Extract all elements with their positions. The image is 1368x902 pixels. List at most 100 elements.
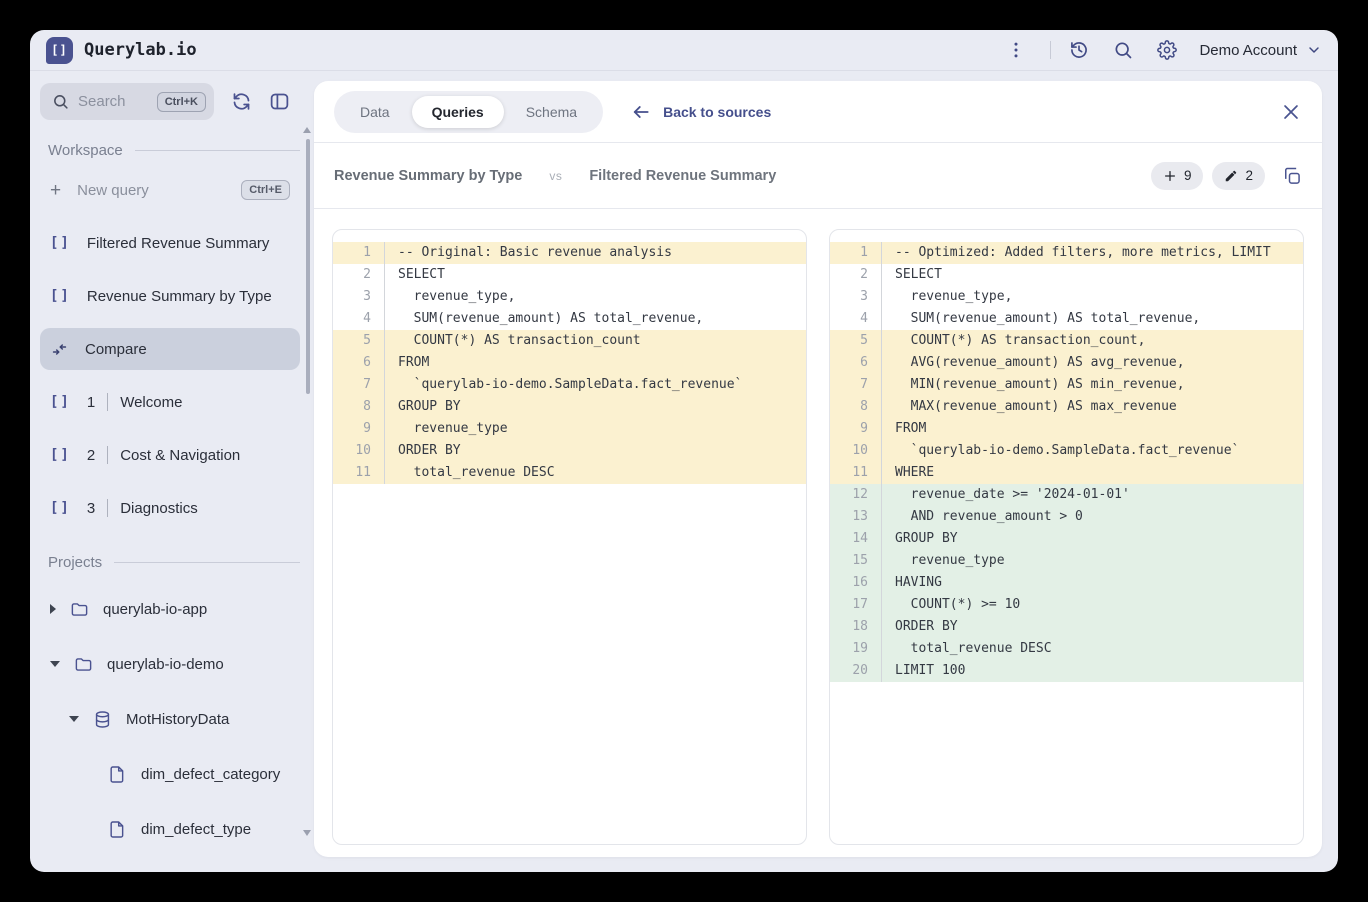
item-number-divider (107, 446, 108, 464)
code-text: SELECT (882, 264, 942, 286)
sidebar-item-label: Diagnostics (120, 500, 198, 517)
code-line: 1-- Optimized: Added filters, more metri… (830, 242, 1303, 264)
code-line: 5 COUNT(*) AS transaction_count (333, 330, 806, 352)
tab-group: DataQueriesSchema (334, 91, 603, 133)
sidebar-item-label: Compare (85, 341, 147, 358)
diff-view: 1-- Original: Basic revenue analysis2SEL… (314, 209, 1322, 857)
workspace-section-header: Workspace (48, 142, 300, 159)
code-line: 8GROUP BY (333, 396, 806, 418)
back-to-sources-link[interactable]: Back to sources (631, 102, 771, 122)
tab-queries[interactable]: Queries (412, 96, 504, 128)
kebab-menu-icon[interactable] (1006, 40, 1026, 60)
code-text: `querylab-io-demo.SampleData.fact_revenu… (882, 440, 1239, 462)
code-text: SELECT (385, 264, 445, 286)
panel-toggle-icon[interactable] (269, 91, 290, 112)
code-text: revenue_type, (385, 286, 515, 308)
compare-arrows-icon (50, 342, 69, 357)
section-divider (114, 562, 300, 563)
code-line: 18ORDER BY (830, 616, 1303, 638)
sidebar-scrollbar[interactable] (306, 139, 310, 394)
new-query-button[interactable]: + New query Ctrl+E (40, 169, 300, 211)
line-number: 3 (333, 286, 385, 308)
brackets-icon: [] (50, 394, 71, 410)
file-icon (108, 765, 127, 784)
search-shortcut-badge: Ctrl+K (157, 92, 206, 112)
app-logo-icon: [] (46, 37, 73, 64)
code-text: -- Optimized: Added filters, more metric… (882, 242, 1271, 264)
sidebar-item-diagnostics[interactable]: [] 3 Diagnostics (40, 487, 300, 529)
caret-down-icon[interactable] (50, 661, 60, 667)
search-input[interactable] (78, 93, 148, 110)
tree-item-querylab-io-app[interactable]: querylab-io-app (40, 589, 300, 629)
edits-badge[interactable]: 2 (1212, 162, 1265, 190)
caret-down-icon[interactable] (69, 716, 79, 722)
account-label: Demo Account (1199, 42, 1297, 59)
history-icon[interactable] (1069, 40, 1089, 60)
tree-item-querylab-io-demo[interactable]: querylab-io-demo (40, 644, 300, 684)
new-query-label: New query (77, 182, 149, 199)
additions-count: 9 (1184, 168, 1192, 183)
code-line: 15 revenue_type (830, 550, 1303, 572)
sidebar-item-compare[interactable]: Compare (40, 328, 300, 370)
code-text: ORDER BY (385, 440, 461, 462)
code-text: revenue_type (385, 418, 508, 440)
code-text: ORDER BY (882, 616, 958, 638)
sidebar-item-filtered-revenue-summary[interactable]: []Filtered Revenue Summary (40, 222, 300, 264)
folder-icon (74, 655, 93, 674)
settings-gear-icon[interactable] (1157, 40, 1177, 60)
code-text: MIN(revenue_amount) AS min_revenue, (882, 374, 1185, 396)
line-number: 16 (830, 572, 882, 594)
section-divider (135, 150, 300, 151)
tabs-row: DataQueriesSchema Back to sources (314, 81, 1322, 143)
code-text: revenue_date >= '2024-01-01' (882, 484, 1130, 506)
sidebar-item-cost-navigation[interactable]: []2Cost & Navigation (40, 434, 300, 476)
tree-item-mothistorydata[interactable]: MotHistoryData (40, 699, 300, 739)
search-icon[interactable] (1113, 40, 1133, 60)
line-number: 7 (333, 374, 385, 396)
code-line: 6 AVG(revenue_amount) AS avg_revenue, (830, 352, 1303, 374)
code-line: 10ORDER BY (333, 440, 806, 462)
tab-schema[interactable]: Schema (506, 96, 597, 128)
code-line: 10 `querylab-io-demo.SampleData.fact_rev… (830, 440, 1303, 462)
sidebar-item-revenue-summary-by-type[interactable]: []Revenue Summary by Type (40, 275, 300, 317)
scroll-up-arrow[interactable] (303, 127, 311, 133)
item-number: 1 (87, 394, 95, 411)
code-text: COUNT(*) AS transaction_count (385, 330, 641, 352)
code-text: total_revenue DESC (882, 638, 1052, 660)
code-line: 12 revenue_date >= '2024-01-01' (830, 484, 1303, 506)
compare-panel: DataQueriesSchema Back to sources Revenu… (314, 81, 1322, 857)
refresh-icon[interactable] (231, 91, 252, 112)
tree-item-dim-defect-category[interactable]: dim_defect_category (40, 754, 300, 794)
account-menu[interactable]: Demo Account (1199, 42, 1322, 59)
scroll-down-arrow[interactable] (303, 830, 311, 836)
additions-badge[interactable]: 9 (1151, 162, 1204, 190)
search-box[interactable]: Ctrl+K (40, 83, 214, 120)
line-number: 17 (830, 594, 882, 616)
code-line: 17 COUNT(*) >= 10 (830, 594, 1303, 616)
close-icon[interactable] (1280, 101, 1302, 123)
code-text: LIMIT 100 (882, 660, 965, 682)
topbar-divider (1050, 41, 1051, 59)
code-line: 9FROM (830, 418, 1303, 440)
line-number: 2 (830, 264, 882, 286)
brackets-icon: [] (50, 500, 71, 516)
workspace-items: []Filtered Revenue Summary []Revenue Summ… (40, 222, 300, 529)
tree-item-label: querylab-io-demo (107, 656, 224, 673)
sidebar-item-welcome[interactable]: []1Welcome (40, 381, 300, 423)
code-text: MAX(revenue_amount) AS max_revenue (882, 396, 1177, 418)
tree-item-label: dim_defect_type (141, 821, 251, 838)
code-line: 2SELECT (830, 264, 1303, 286)
caret-right-icon[interactable] (50, 604, 56, 614)
tree-item-label: dim_defect_category (141, 766, 280, 783)
line-number: 14 (830, 528, 882, 550)
code-line: 20LIMIT 100 (830, 660, 1303, 682)
chevron-down-icon (1306, 42, 1322, 58)
arrow-left-icon (631, 102, 651, 122)
sidebar: Ctrl+K Workspace + New query Ctrl+E []Fi… (30, 71, 314, 872)
code-text: COUNT(*) AS transaction_count, (882, 330, 1145, 352)
projects-section-header: Projects (48, 554, 300, 571)
item-number: 3 (87, 500, 95, 517)
copy-icon[interactable] (1282, 166, 1302, 186)
tree-item-dim-defect-type[interactable]: dim_defect_type (40, 809, 300, 849)
tab-data[interactable]: Data (340, 96, 410, 128)
